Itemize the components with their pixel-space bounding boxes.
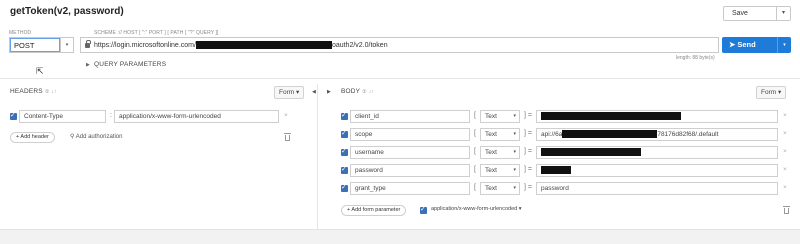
redacted-block xyxy=(541,166,571,175)
param-enabled-checkbox[interactable] xyxy=(341,183,348,192)
chevron-down-icon: ▾ xyxy=(513,167,516,173)
bracket-close-equals: ] = xyxy=(524,130,532,137)
headers-form-toggle[interactable]: Form ▾ xyxy=(274,86,305,99)
param-name-input[interactable]: grant_type xyxy=(350,182,470,195)
query-parameters-toggle[interactable]: ▶ QUERY PARAMETERS xyxy=(86,61,166,68)
collapse-left-icon[interactable]: ◀ xyxy=(312,89,316,95)
chevron-down-icon: ▾ xyxy=(513,185,516,191)
save-menu-caret-icon[interactable]: ▾ xyxy=(776,7,790,20)
url-prefix: https://login.microsoftonline.com/ xyxy=(94,41,196,49)
bracket-close-equals: ] = xyxy=(524,166,532,173)
param-type-select[interactable]: Text ▾ xyxy=(480,128,520,141)
add-header-button[interactable]: + Add header xyxy=(10,132,55,143)
bracket-close-equals: ] = xyxy=(524,184,532,191)
url-caption: SCHEME :// HOST [ ":" PORT ] [ PATH [ "?… xyxy=(94,30,219,36)
footer-bar xyxy=(0,229,800,244)
info-icon: ① xyxy=(362,89,367,95)
close-icon[interactable]: × xyxy=(783,184,787,191)
save-button[interactable]: Save xyxy=(724,7,776,20)
param-value-input[interactable] xyxy=(536,164,778,177)
param-type-select[interactable]: Text ▾ xyxy=(480,182,520,195)
divider xyxy=(0,78,800,79)
chevron-down-icon: ▾ xyxy=(513,113,516,119)
param-type-select[interactable]: Text ▾ xyxy=(480,110,520,123)
body-form-toggle[interactable]: Form ▾ xyxy=(756,86,787,99)
param-enabled-checkbox[interactable] xyxy=(341,147,348,156)
header-name-input[interactable]: Content-Type xyxy=(19,110,106,123)
param-name-input[interactable]: client_id xyxy=(350,110,470,123)
expand-triangle-icon: ▶ xyxy=(86,62,91,68)
param-name-input[interactable]: username xyxy=(350,146,470,159)
lock-icon xyxy=(85,39,91,48)
url-input[interactable]: https://login.microsoftonline.com/ oauth… xyxy=(80,37,719,53)
panel-splitter[interactable] xyxy=(317,84,318,234)
redacted-block xyxy=(195,41,332,49)
bracket-open: [ xyxy=(474,184,476,191)
content-type-select[interactable]: application/x-www-form-urlencoded ▾ xyxy=(431,206,522,212)
url-length: length: 88 byte(s) xyxy=(676,55,715,61)
headers-heading: HEADERS ① ↓↑ xyxy=(10,88,57,95)
bracket-close-equals: ] = xyxy=(524,112,532,119)
mouse-cursor-icon: ⇱ xyxy=(36,66,44,76)
save-button-group[interactable]: Save ▾ xyxy=(723,6,791,21)
chevron-down-icon[interactable]: ▾ xyxy=(60,38,73,52)
trash-icon[interactable] xyxy=(284,133,291,141)
param-enabled-checkbox[interactable] xyxy=(341,111,348,120)
method-value[interactable]: POST xyxy=(10,38,60,52)
close-icon[interactable]: × xyxy=(783,130,787,137)
param-type-select[interactable]: Text ▾ xyxy=(480,164,520,177)
redacted-block xyxy=(562,130,658,139)
header-value-input[interactable]: application/x-www-form-urlencoded xyxy=(114,110,279,123)
param-value-input[interactable]: password xyxy=(536,182,778,195)
trash-icon[interactable] xyxy=(783,206,790,214)
bracket-open: [ xyxy=(474,166,476,173)
info-icon: ① xyxy=(44,89,50,95)
sort-icon: ↓↑ xyxy=(51,89,57,95)
param-value-input[interactable]: api://6a 78176d82f68/.default xyxy=(536,128,778,141)
close-icon[interactable]: × xyxy=(783,148,787,155)
body-heading: BODY ① ↓↑ xyxy=(341,88,375,95)
add-form-parameter-button[interactable]: + Add form parameter xyxy=(341,205,407,216)
key-icon: ⚲ xyxy=(70,134,75,140)
bracket-close-equals: ] = xyxy=(524,148,532,155)
bracket-open: [ xyxy=(474,148,476,155)
redacted-block xyxy=(541,148,641,157)
request-title: getToken(v2, password) xyxy=(10,6,124,17)
close-icon[interactable]: × xyxy=(284,112,288,119)
param-name-input[interactable]: scope xyxy=(350,128,470,141)
param-enabled-checkbox[interactable] xyxy=(341,165,348,174)
close-icon[interactable]: × xyxy=(783,166,787,173)
method-caption: METHOD xyxy=(9,30,32,36)
url-suffix: oauth2/v2.0/token xyxy=(331,41,388,49)
close-icon[interactable]: × xyxy=(783,112,787,119)
add-authorization-link[interactable]: ⚲ Add authorization xyxy=(70,133,122,140)
bracket-open: [ xyxy=(474,130,476,137)
method-select[interactable]: POST ▾ xyxy=(9,37,74,53)
sort-icon: ↓↑ xyxy=(368,89,375,95)
param-enabled-checkbox[interactable] xyxy=(341,129,348,138)
content-type-checkbox[interactable] xyxy=(420,205,427,214)
bracket-open: [ xyxy=(474,112,476,119)
chevron-down-icon: ▾ xyxy=(513,149,516,155)
send-menu-caret-icon[interactable]: ▾ xyxy=(777,37,791,53)
collapse-right-icon[interactable]: ▶ xyxy=(327,89,331,95)
header-separator: : xyxy=(110,112,112,119)
param-type-select[interactable]: Text ▾ xyxy=(480,146,520,159)
param-value-input[interactable] xyxy=(536,110,778,123)
send-button-group[interactable]: ➤ Send ▾ xyxy=(722,37,791,53)
redacted-block xyxy=(541,112,681,121)
param-name-input[interactable]: password xyxy=(350,164,470,177)
param-value-input[interactable] xyxy=(536,146,778,159)
chevron-down-icon: ▾ xyxy=(513,131,516,137)
header-enabled-checkbox[interactable] xyxy=(10,111,17,120)
send-button[interactable]: ➤ Send xyxy=(722,37,777,53)
